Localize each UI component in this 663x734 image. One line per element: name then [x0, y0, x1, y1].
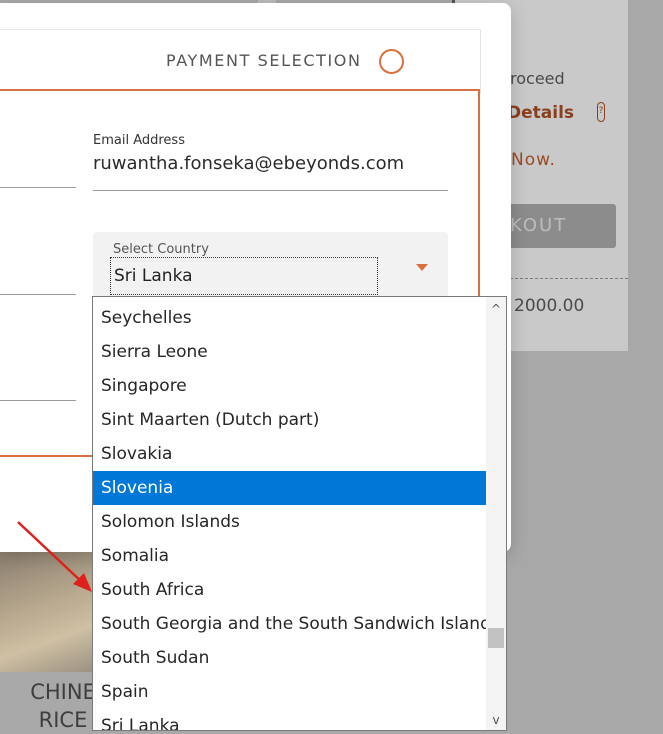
- email-label: Email Address: [93, 133, 185, 148]
- country-option[interactable]: Sierra Leone: [93, 335, 487, 369]
- country-option[interactable]: Somalia: [93, 539, 487, 573]
- chevron-up-icon[interactable]: ^: [486, 299, 506, 319]
- background-order-now-text: Now.: [511, 150, 556, 170]
- country-dropdown-list[interactable]: Seychelles Sierra Leone Singapore Sint M…: [92, 296, 507, 731]
- country-option[interactable]: Slovakia: [93, 437, 487, 471]
- country-select-value[interactable]: Sri Lanka: [110, 257, 378, 295]
- field-underline: [0, 400, 76, 401]
- country-option[interactable]: South Sudan: [93, 641, 487, 675]
- dropdown-scrollbar[interactable]: ^ v: [486, 297, 506, 730]
- country-label: Select Country: [113, 242, 209, 257]
- help-icon: ?: [597, 102, 605, 122]
- scrollbar-thumb[interactable]: [488, 628, 504, 648]
- country-option-selected[interactable]: Slovenia: [93, 471, 487, 505]
- country-option[interactable]: Sint Maarten (Dutch part): [93, 403, 487, 437]
- background-proceed-text: roceed: [510, 69, 565, 88]
- annotation-arrow-icon: [17, 521, 92, 592]
- field-underline: [0, 294, 76, 295]
- country-option[interactable]: Solomon Islands: [93, 505, 487, 539]
- country-option[interactable]: Seychelles: [93, 301, 487, 335]
- email-field[interactable]: ruwantha.fonseka@ebeyonds.com: [93, 153, 404, 174]
- email-underline: [93, 190, 448, 191]
- field-underline: [0, 187, 76, 188]
- step-indicator-circle-icon: [379, 49, 404, 74]
- chevron-down-icon[interactable]: [416, 264, 428, 271]
- country-option[interactable]: South Georgia and the South Sandwich Isl…: [93, 607, 500, 641]
- country-select[interactable]: Select Country Sri Lanka: [93, 232, 448, 300]
- country-option[interactable]: Singapore: [93, 369, 487, 403]
- background-total-amount: 2000.00: [514, 296, 585, 316]
- chevron-down-icon[interactable]: v: [486, 710, 506, 730]
- country-option[interactable]: South Africa: [93, 573, 487, 607]
- country-option[interactable]: Spain: [93, 675, 487, 709]
- step-label-payment-selection: PAYMENT SELECTION: [166, 51, 362, 70]
- country-option[interactable]: Sri Lanka: [93, 709, 487, 730]
- background-product-title: CHINE RICE: [30, 680, 96, 732]
